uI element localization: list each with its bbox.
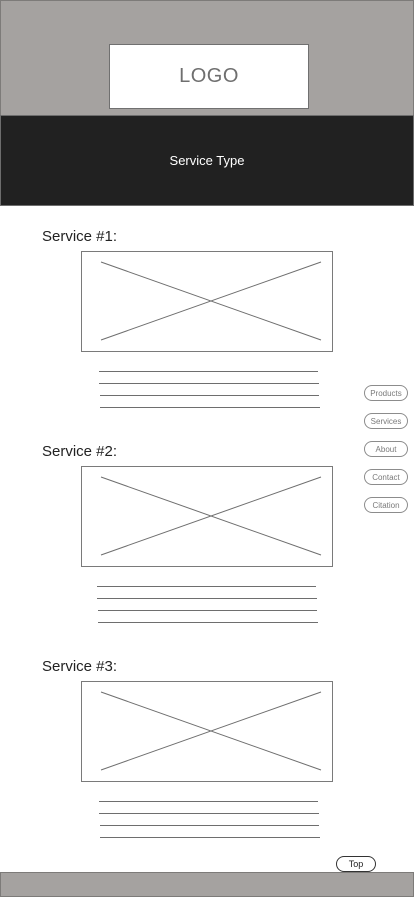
nav-products-button[interactable]: Products [364,385,408,401]
logo-placeholder: LOGO [109,44,309,109]
logo-text: LOGO [179,65,239,87]
service-1-image-placeholder [81,251,333,352]
service-3-text-line [100,837,320,838]
header: LOGO [0,0,414,116]
service-3-image-placeholder [81,681,333,782]
service-2-text-line [98,622,318,623]
banner-title: Service Type [169,153,245,168]
back-to-top-button[interactable]: Top [336,856,376,872]
service-2-image-placeholder [81,466,333,567]
service-3-text-line [100,825,319,826]
service-1-text-line [100,407,320,408]
image-placeholder-icon [100,261,322,341]
image-placeholder-icon [100,691,322,771]
service-type-banner: Service Type [0,115,414,206]
service-1-text-line [99,383,319,384]
service-2-text-line [97,598,317,599]
service-3-title: Service #3: [42,658,118,675]
service-1-title: Service #1: [42,228,118,245]
service-3-text-line [99,801,318,802]
service-2-text-line [98,610,317,611]
nav-citation-button[interactable]: Citation [364,497,408,513]
service-1-text-line [99,371,318,372]
nav-about-button[interactable]: About [364,441,408,457]
service-1-text-line [100,395,319,396]
service-3-text-line [99,813,319,814]
service-2-text-line [97,586,316,587]
nav-contact-button[interactable]: Contact [364,469,408,485]
nav-services-button[interactable]: Services [364,413,408,429]
footer [0,872,414,897]
image-placeholder-icon [100,476,322,556]
service-2-title: Service #2: [42,443,118,460]
